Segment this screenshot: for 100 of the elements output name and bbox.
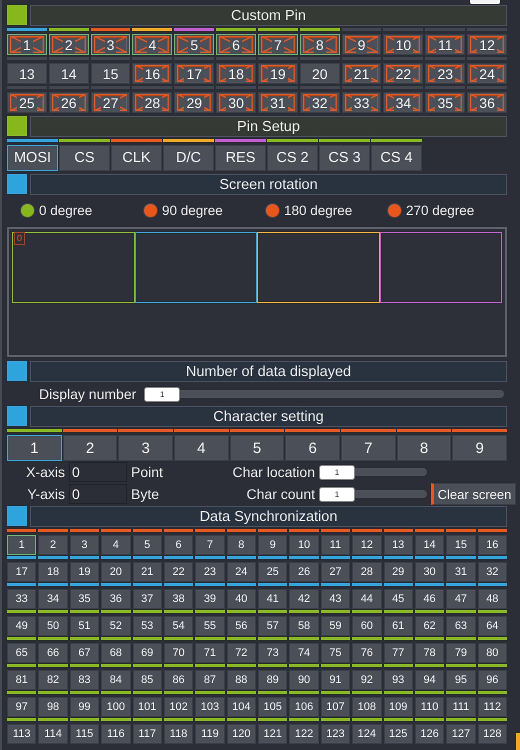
data-cell[interactable]: 24 bbox=[226, 562, 256, 582]
pin-button[interactable]: 28 bbox=[132, 92, 172, 113]
data-cell[interactable]: 39 bbox=[195, 589, 225, 609]
data-cell[interactable]: 98 bbox=[38, 697, 68, 717]
data-cell[interactable]: 36 bbox=[101, 589, 130, 609]
data-cell[interactable]: 78 bbox=[414, 643, 444, 663]
pin-button[interactable]: 9 bbox=[342, 34, 382, 55]
pin-button[interactable]: 14 bbox=[48, 63, 89, 84]
data-cell[interactable]: 28 bbox=[352, 562, 382, 582]
data-cell[interactable]: 29 bbox=[384, 562, 413, 582]
data-cell[interactable]: 55 bbox=[195, 616, 225, 636]
data-cell[interactable]: 15 bbox=[446, 535, 476, 555]
data-cell[interactable]: 105 bbox=[258, 697, 288, 717]
data-cell[interactable]: 83 bbox=[70, 670, 100, 690]
data-cell[interactable]: 99 bbox=[70, 697, 100, 717]
data-cell[interactable]: 102 bbox=[164, 697, 194, 717]
data-cell[interactable]: 41 bbox=[258, 589, 288, 609]
data-cell[interactable]: 127 bbox=[446, 724, 476, 744]
data-cell[interactable]: 53 bbox=[132, 616, 162, 636]
pin-tab[interactable]: D/C bbox=[163, 145, 214, 171]
data-cell[interactable]: 67 bbox=[70, 643, 100, 663]
data-cell[interactable]: 96 bbox=[478, 670, 507, 690]
data-cell[interactable]: 66 bbox=[38, 643, 68, 663]
data-cell[interactable]: 44 bbox=[352, 589, 382, 609]
data-cell[interactable]: 1 bbox=[7, 535, 36, 555]
pin-button[interactable]: 1 bbox=[7, 34, 47, 55]
data-cell[interactable]: 87 bbox=[195, 670, 225, 690]
character-tab[interactable]: 1 bbox=[7, 435, 62, 461]
data-cell[interactable]: 8 bbox=[226, 535, 256, 555]
data-cell[interactable]: 35 bbox=[70, 589, 100, 609]
data-cell[interactable]: 115 bbox=[70, 724, 100, 744]
character-tab[interactable]: 8 bbox=[396, 435, 452, 461]
data-cell[interactable]: 6 bbox=[164, 535, 194, 555]
character-tab[interactable]: 3 bbox=[118, 435, 173, 461]
data-cell[interactable]: 110 bbox=[414, 697, 444, 717]
data-cell[interactable]: 86 bbox=[164, 670, 194, 690]
pin-button[interactable]: 17 bbox=[174, 63, 214, 84]
data-cell[interactable]: 32 bbox=[478, 562, 507, 582]
character-tab[interactable]: 4 bbox=[174, 435, 229, 461]
pin-button[interactable]: 19 bbox=[258, 63, 298, 84]
character-tab[interactable]: 5 bbox=[230, 435, 284, 461]
data-cell[interactable]: 94 bbox=[414, 670, 444, 690]
data-cell[interactable]: 38 bbox=[164, 589, 194, 609]
data-cell[interactable]: 50 bbox=[38, 616, 68, 636]
data-cell[interactable]: 23 bbox=[195, 562, 225, 582]
data-cell[interactable]: 74 bbox=[289, 643, 319, 663]
pin-button[interactable]: 35 bbox=[425, 92, 466, 113]
data-cell[interactable]: 90 bbox=[289, 670, 319, 690]
data-cell[interactable]: 57 bbox=[258, 616, 288, 636]
data-cell[interactable]: 122 bbox=[289, 724, 319, 744]
data-cell[interactable]: 46 bbox=[414, 589, 444, 609]
data-cell[interactable]: 20 bbox=[101, 562, 130, 582]
data-cell[interactable]: 107 bbox=[320, 697, 350, 717]
data-cell[interactable]: 5 bbox=[132, 535, 162, 555]
data-cell[interactable]: 22 bbox=[164, 562, 194, 582]
data-cell[interactable]: 19 bbox=[70, 562, 100, 582]
data-cell[interactable]: 111 bbox=[446, 697, 476, 717]
data-cell[interactable]: 72 bbox=[226, 643, 256, 663]
data-cell[interactable]: 49 bbox=[7, 616, 36, 636]
pin-button[interactable]: 6 bbox=[216, 34, 256, 55]
pin-tab[interactable]: MOSI bbox=[7, 145, 58, 171]
data-cell[interactable]: 65 bbox=[7, 643, 36, 663]
data-cell[interactable]: 31 bbox=[446, 562, 476, 582]
pin-button[interactable]: 8 bbox=[300, 34, 340, 55]
data-cell[interactable]: 89 bbox=[258, 670, 288, 690]
pin-tab[interactable]: RES bbox=[215, 145, 266, 171]
data-cell[interactable]: 104 bbox=[226, 697, 256, 717]
data-cell[interactable]: 13 bbox=[384, 535, 413, 555]
pin-button[interactable]: 25 bbox=[7, 92, 47, 113]
data-cell[interactable]: 4 bbox=[101, 535, 130, 555]
data-cell[interactable]: 58 bbox=[289, 616, 319, 636]
data-cell[interactable]: 125 bbox=[384, 724, 413, 744]
data-cell[interactable]: 30 bbox=[414, 562, 444, 582]
data-cell[interactable]: 34 bbox=[38, 589, 68, 609]
data-cell[interactable]: 92 bbox=[352, 670, 382, 690]
data-cell[interactable]: 80 bbox=[478, 643, 507, 663]
data-cell[interactable]: 21 bbox=[132, 562, 162, 582]
data-cell[interactable]: 11 bbox=[320, 535, 350, 555]
data-cell[interactable]: 64 bbox=[478, 616, 507, 636]
pin-button[interactable]: 34 bbox=[383, 92, 424, 113]
slider-thumb[interactable]: 1 bbox=[144, 387, 180, 402]
data-cell[interactable]: 52 bbox=[101, 616, 130, 636]
data-cell[interactable]: 118 bbox=[164, 724, 194, 744]
pin-tab[interactable]: CLK bbox=[111, 145, 162, 171]
data-cell[interactable]: 75 bbox=[320, 643, 350, 663]
data-cell[interactable]: 9 bbox=[258, 535, 288, 555]
pin-button[interactable]: 30 bbox=[216, 92, 256, 113]
pin-button[interactable]: 23 bbox=[425, 63, 466, 84]
data-cell[interactable]: 56 bbox=[226, 616, 256, 636]
input-field[interactable]: 0 bbox=[69, 462, 127, 482]
character-tab[interactable]: 7 bbox=[341, 435, 396, 461]
data-cell[interactable]: 82 bbox=[38, 670, 68, 690]
data-cell[interactable]: 113 bbox=[7, 724, 36, 744]
data-cell[interactable]: 85 bbox=[132, 670, 162, 690]
data-cell[interactable]: 68 bbox=[101, 643, 130, 663]
character-tab[interactable]: 6 bbox=[285, 435, 340, 461]
pin-button[interactable]: 5 bbox=[174, 34, 214, 55]
data-cell[interactable]: 73 bbox=[258, 643, 288, 663]
data-cell[interactable]: 120 bbox=[226, 724, 256, 744]
data-cell[interactable]: 117 bbox=[132, 724, 162, 744]
